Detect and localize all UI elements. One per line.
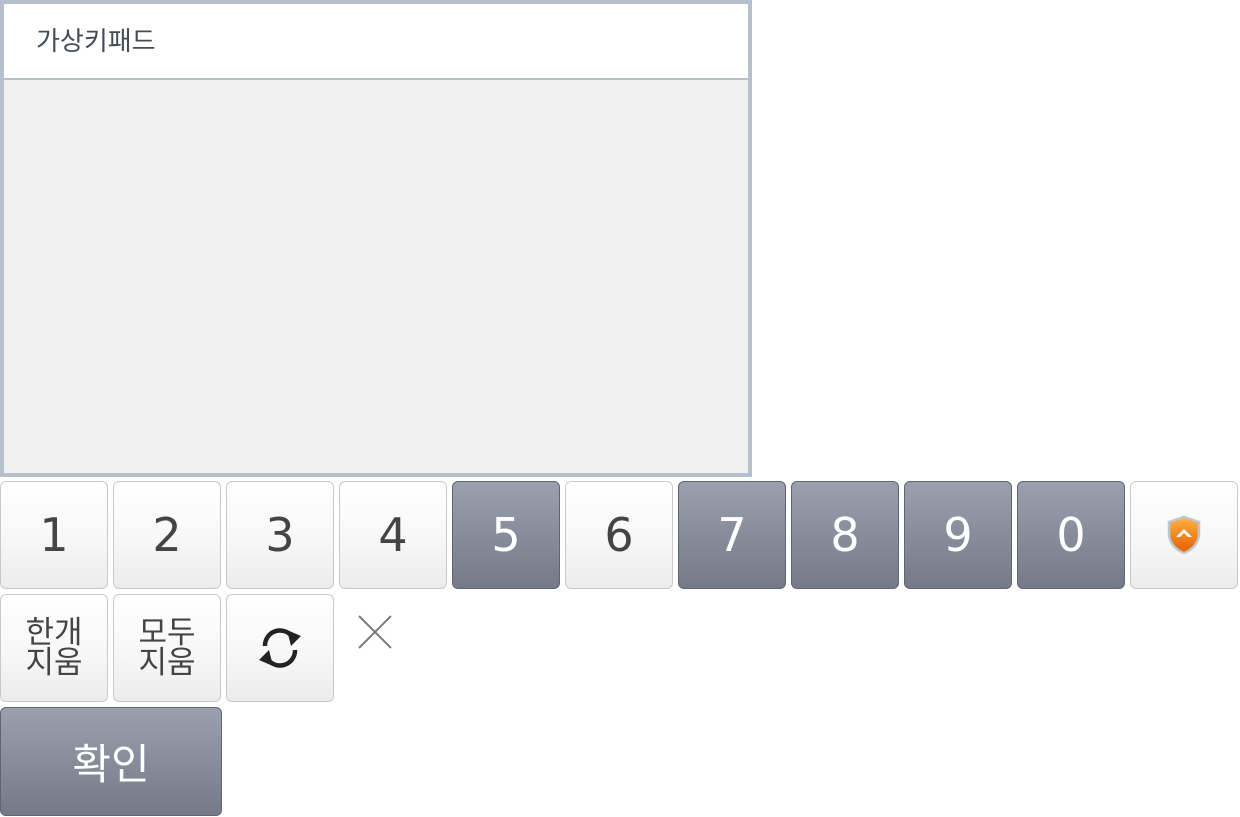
key-7[interactable]: 7 — [678, 481, 786, 589]
security-shield-button[interactable] — [1130, 481, 1238, 589]
keypad-display-area — [4, 80, 748, 473]
key-label: 6 — [604, 508, 634, 562]
key-4[interactable]: 4 — [339, 481, 447, 589]
delete-one-button[interactable]: 한개 지움 — [0, 594, 108, 702]
key-1[interactable]: 1 — [0, 481, 108, 589]
key-label: 5 — [491, 508, 521, 562]
key-label: 3 — [265, 508, 295, 562]
keypad-panel: 가상키패드 — [0, 0, 752, 477]
key-label: 1 — [39, 508, 69, 562]
confirm-button[interactable]: 확인 — [0, 707, 222, 816]
key-label: 9 — [943, 508, 973, 562]
key-8[interactable]: 8 — [791, 481, 899, 589]
key-5[interactable]: 5 — [452, 481, 560, 589]
keypad-title: 가상키패드 — [36, 27, 156, 57]
key-3[interactable]: 3 — [226, 481, 334, 589]
key-label: 4 — [378, 508, 408, 562]
key-label: 7 — [717, 508, 747, 562]
key-2[interactable]: 2 — [113, 481, 221, 589]
key-label: 0 — [1056, 508, 1086, 562]
keypad-header: 가상키패드 — [4, 4, 748, 80]
key-9[interactable]: 9 — [904, 481, 1012, 589]
confirm-label: 확인 — [72, 740, 150, 789]
key-6[interactable]: 6 — [565, 481, 673, 589]
refresh-button[interactable] — [226, 594, 334, 702]
key-label: 2 — [152, 508, 182, 562]
close-icon — [358, 615, 392, 649]
delete-all-label: 모두 지움 — [138, 615, 196, 681]
key-label: 8 — [830, 508, 860, 562]
refresh-icon — [259, 628, 301, 668]
close-button[interactable] — [352, 609, 398, 655]
shield-icon — [1167, 515, 1201, 555]
key-0[interactable]: 0 — [1017, 481, 1125, 589]
delete-all-button[interactable]: 모두 지움 — [113, 594, 221, 702]
delete-one-label: 한개 지움 — [25, 615, 83, 681]
